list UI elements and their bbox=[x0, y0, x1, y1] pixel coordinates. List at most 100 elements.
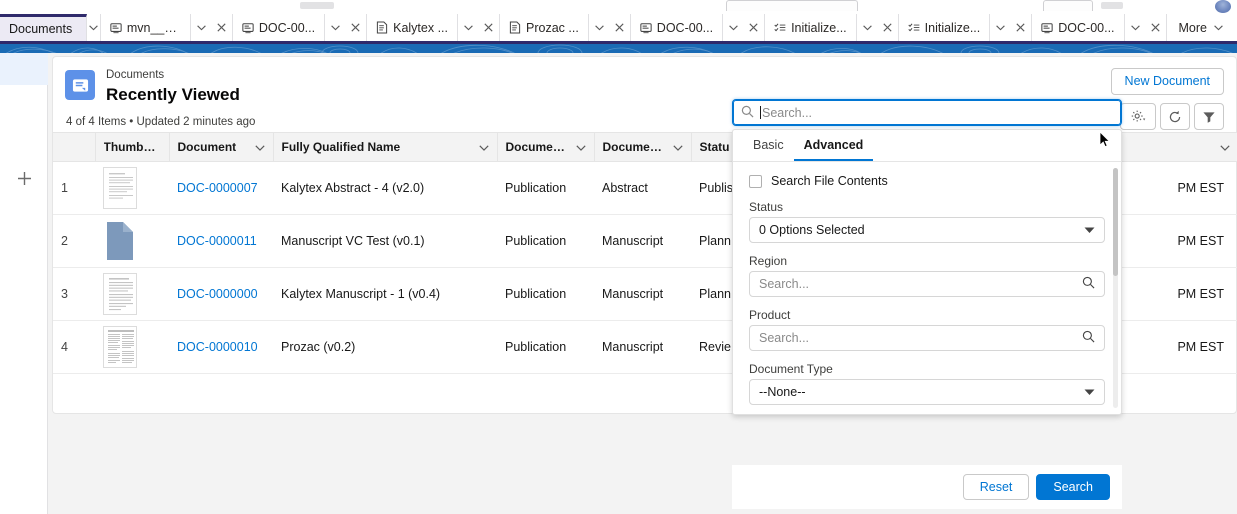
row-fqn: Prozac (v0.2) bbox=[273, 321, 497, 374]
product-lookup[interactable]: Search... bbox=[749, 325, 1105, 351]
document-link[interactable]: DOC-0000010 bbox=[177, 340, 258, 354]
field-region-label-text: Region bbox=[749, 254, 787, 268]
chevron-down-icon[interactable] bbox=[994, 20, 1007, 36]
search-icon bbox=[741, 105, 754, 121]
record-icon bbox=[110, 22, 122, 34]
chevron-down-icon[interactable] bbox=[727, 20, 740, 36]
banner-pattern bbox=[0, 44, 1237, 53]
chevron-down-icon[interactable] bbox=[1084, 223, 1095, 237]
close-icon[interactable] bbox=[881, 20, 894, 36]
tab-initialize-1-controls[interactable] bbox=[857, 14, 899, 41]
tab-prozac-controls[interactable] bbox=[589, 14, 631, 41]
tab-label: Initialize... bbox=[791, 21, 847, 35]
tab-more-label: More bbox=[1179, 21, 1207, 35]
browser-control-partial-2 bbox=[1101, 2, 1123, 9]
close-icon[interactable] bbox=[1014, 20, 1027, 36]
document-link[interactable]: DOC-0000000 bbox=[177, 287, 258, 301]
tab-doc-00-1-controls[interactable] bbox=[325, 14, 367, 41]
tab-mvn-c[interactable]: mvn__C... bbox=[101, 14, 191, 41]
tab-doc-00-3-controls[interactable] bbox=[1125, 14, 1167, 41]
document-link[interactable]: DOC-0000007 bbox=[177, 181, 258, 195]
status-select[interactable]: 0 Options Selected bbox=[749, 217, 1105, 243]
region-lookup[interactable]: Search... bbox=[749, 271, 1105, 297]
popover-scrollbar-thumb[interactable] bbox=[1113, 168, 1118, 276]
table-col-fqn[interactable]: Fully Qualified Name bbox=[273, 133, 497, 162]
plus-icon[interactable] bbox=[17, 171, 32, 186]
chevron-down-icon[interactable] bbox=[1212, 20, 1225, 36]
chevron-down-icon[interactable] bbox=[1129, 20, 1142, 36]
table-col-document-label: Document bbox=[178, 140, 237, 154]
field-product-label: Product bbox=[749, 308, 1105, 322]
document-type-select[interactable]: --None-- bbox=[749, 379, 1105, 405]
search-popover-body: Search File Contents Status 0 Options Se… bbox=[733, 162, 1121, 414]
refresh-icon[interactable] bbox=[1160, 103, 1190, 130]
tab-doc-00-2-controls[interactable] bbox=[723, 14, 765, 41]
gear-icon[interactable] bbox=[1120, 103, 1156, 130]
list-header-actions: New Document bbox=[1111, 68, 1224, 130]
search-input[interactable]: Search... bbox=[732, 99, 1122, 126]
close-icon[interactable] bbox=[747, 20, 760, 36]
tab-doc-00-2[interactable]: DOC-00... bbox=[631, 14, 723, 41]
search-file-contents-row[interactable]: Search File Contents bbox=[749, 174, 1105, 188]
close-icon[interactable] bbox=[613, 20, 626, 36]
row-document5: Publication bbox=[497, 268, 594, 321]
search-button[interactable]: Search bbox=[1036, 474, 1110, 500]
row-document6: Abstract bbox=[594, 162, 691, 215]
chevron-down-icon[interactable] bbox=[1084, 385, 1095, 399]
chevron-down-icon[interactable] bbox=[479, 140, 489, 154]
tab-initialize-2-controls[interactable] bbox=[990, 14, 1032, 41]
tab-advanced[interactable]: Advanced bbox=[794, 130, 874, 161]
chevron-down-icon[interactable] bbox=[329, 20, 342, 36]
new-document-button[interactable]: New Document bbox=[1111, 68, 1224, 95]
row-thumbnail-cell bbox=[95, 215, 169, 268]
search-icon[interactable] bbox=[1082, 276, 1095, 292]
close-icon[interactable] bbox=[482, 20, 495, 36]
tab-basic[interactable]: Basic bbox=[743, 130, 794, 161]
close-icon[interactable] bbox=[349, 20, 362, 36]
document-icon bbox=[376, 21, 388, 34]
table-col-document[interactable]: Document bbox=[169, 133, 273, 162]
table-col-document6-label: Document... bbox=[603, 140, 669, 154]
tab-documents[interactable]: Documents bbox=[0, 14, 87, 41]
search-file-contents-checkbox[interactable] bbox=[749, 175, 762, 188]
search-placeholder-text: Search... bbox=[762, 106, 812, 120]
browser-control-partial[interactable] bbox=[1043, 0, 1093, 11]
tab-initialize-2[interactable]: Initialize... bbox=[899, 14, 991, 41]
row-index: 1 bbox=[53, 162, 95, 215]
popover-scrollbar[interactable] bbox=[1113, 168, 1118, 408]
field-product: Product Search... bbox=[749, 308, 1105, 351]
tab-initialize-1[interactable]: Initialize... bbox=[765, 14, 857, 41]
field-product-label-text: Product bbox=[749, 308, 790, 322]
chevron-down-icon[interactable] bbox=[87, 20, 100, 36]
left-rail-highlight bbox=[0, 53, 48, 85]
chevron-down-icon[interactable] bbox=[462, 20, 475, 36]
tab-kalytex[interactable]: Kalytex ... bbox=[367, 14, 458, 41]
chevron-down-icon[interactable] bbox=[1220, 140, 1230, 154]
tab-prozac[interactable]: Prozac ... bbox=[500, 14, 589, 41]
chevron-down-icon[interactable] bbox=[576, 140, 586, 154]
browser-tab-partial[interactable] bbox=[726, 0, 858, 11]
tab-doc-00-3[interactable]: DOC-00... bbox=[1032, 14, 1124, 41]
chevron-down-icon[interactable] bbox=[195, 20, 208, 36]
table-col-thumbnail-label: Thumbnail bbox=[104, 140, 161, 154]
document-link[interactable]: DOC-0000011 bbox=[177, 234, 257, 248]
close-icon[interactable] bbox=[1149, 20, 1162, 36]
close-icon[interactable] bbox=[215, 20, 228, 36]
filter-icon[interactable] bbox=[1194, 103, 1224, 130]
field-document-type: Document Type --None-- bbox=[749, 362, 1105, 405]
search-icon[interactable] bbox=[1082, 330, 1095, 346]
tab-kalytex-controls[interactable] bbox=[458, 14, 500, 41]
tab-more-button[interactable]: More bbox=[1167, 14, 1237, 41]
status-select-value: 0 Options Selected bbox=[759, 223, 865, 237]
chevron-down-icon[interactable] bbox=[255, 140, 265, 154]
chevron-down-icon[interactable] bbox=[673, 140, 683, 154]
table-col-document5[interactable]: Document... bbox=[497, 133, 594, 162]
tab-mvn-c-controls[interactable] bbox=[191, 14, 233, 41]
reset-button[interactable]: Reset bbox=[963, 474, 1030, 500]
table-col-document6[interactable]: Document... bbox=[594, 133, 691, 162]
avatar[interactable] bbox=[1215, 0, 1231, 13]
tab-documents-menu[interactable] bbox=[87, 14, 101, 41]
tab-doc-00-1[interactable]: DOC-00... bbox=[233, 14, 325, 41]
chevron-down-icon[interactable] bbox=[861, 20, 874, 36]
chevron-down-icon[interactable] bbox=[593, 20, 606, 36]
